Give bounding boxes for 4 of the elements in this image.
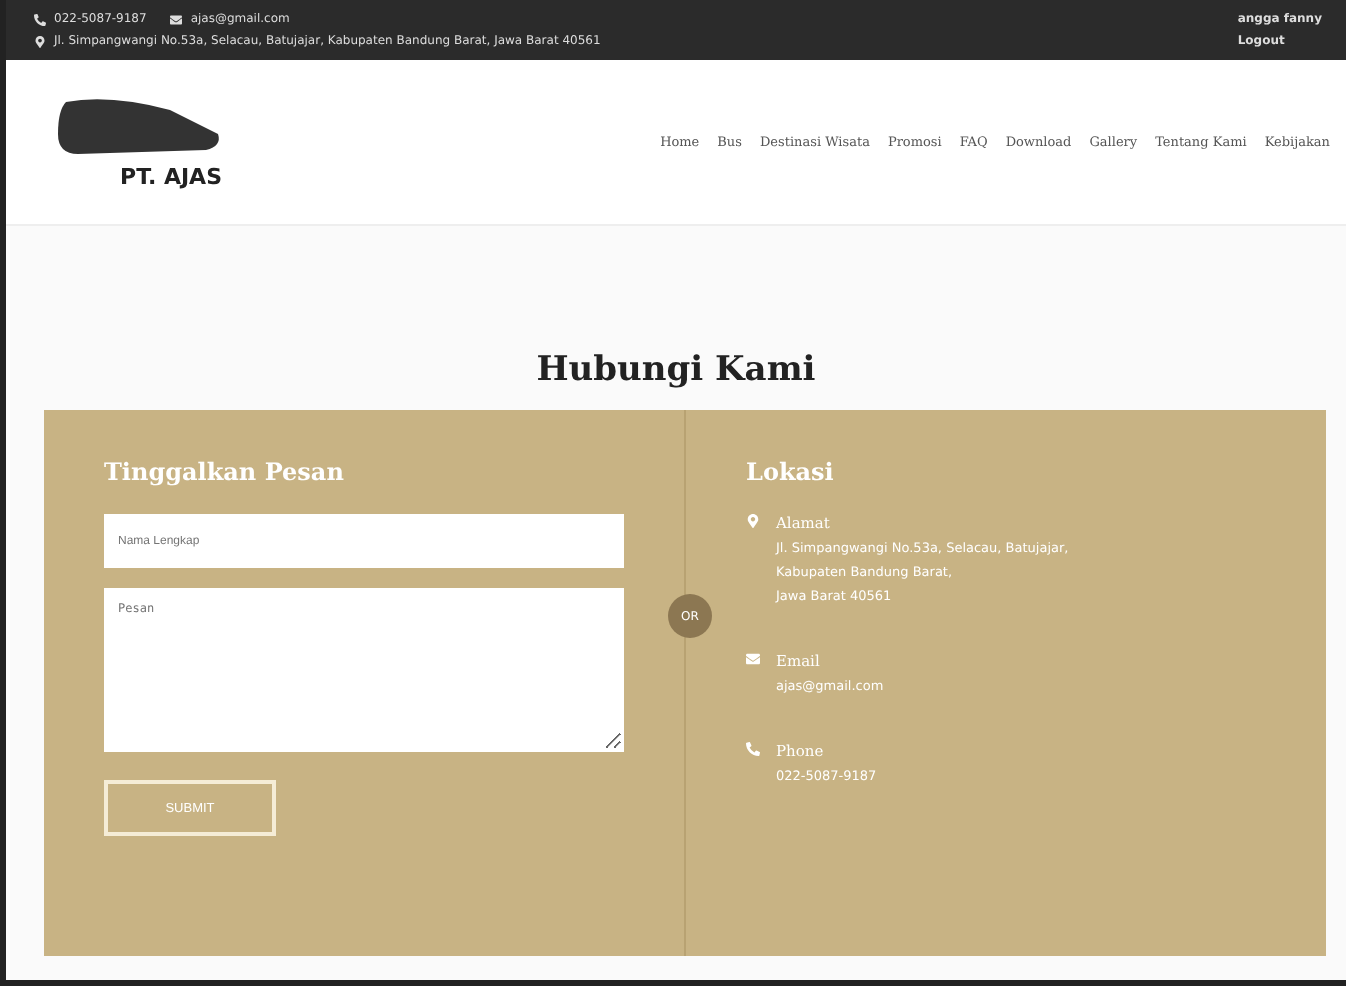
location-heading: Lokasi xyxy=(746,458,836,486)
form-heading: Tinggalkan Pesan xyxy=(104,458,346,486)
brand-name: PT. AJAS xyxy=(120,164,222,190)
page-title: Hubungi Kami xyxy=(534,350,818,390)
